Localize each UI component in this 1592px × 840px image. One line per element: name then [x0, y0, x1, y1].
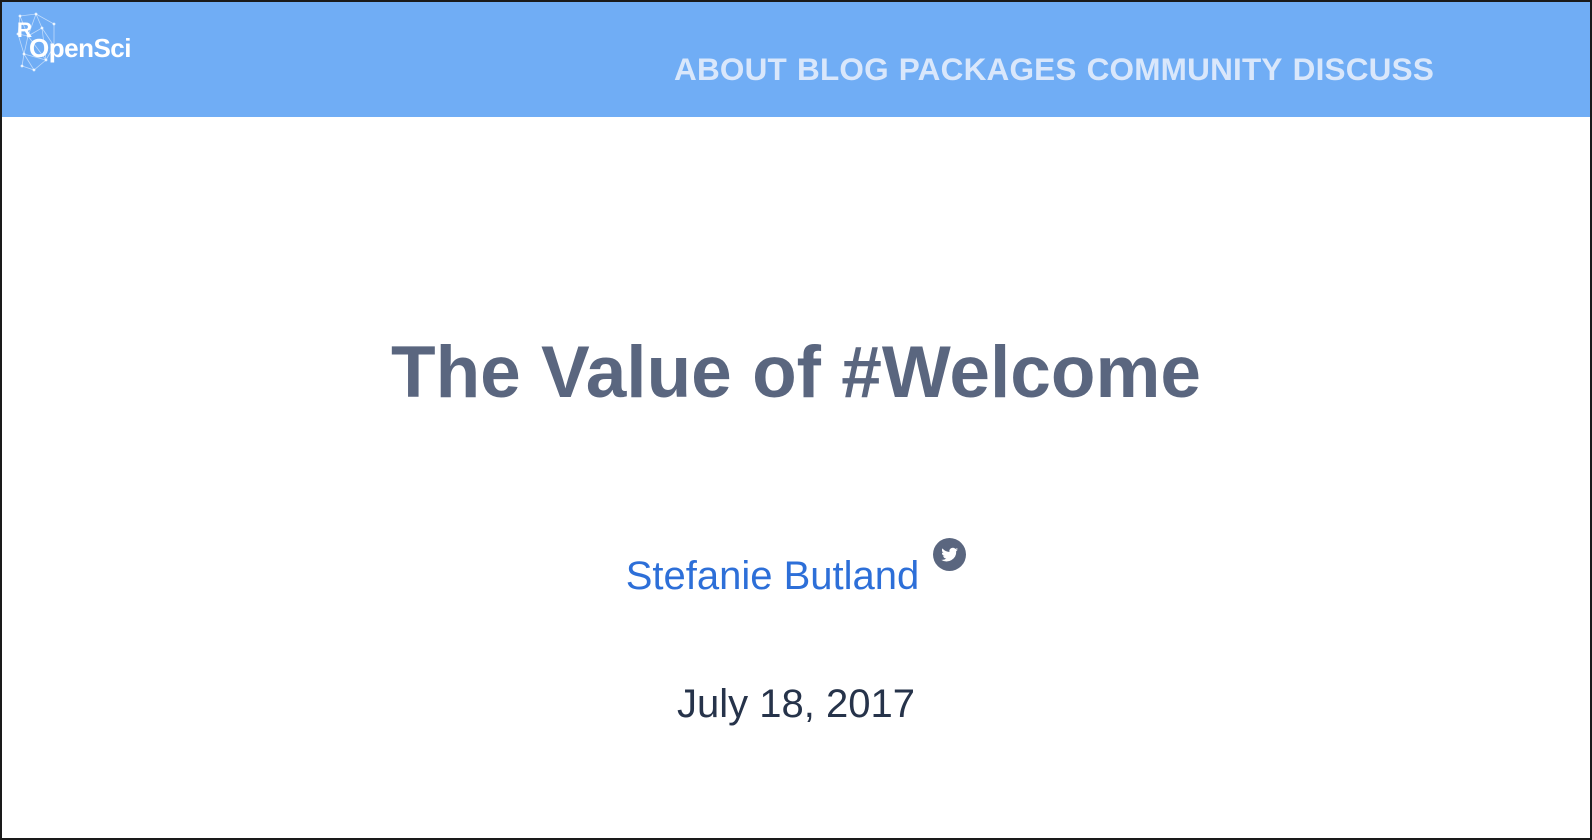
- top-navbar: R OpenSci ABOUT BLOG PACKAGES COMMUNITY …: [2, 2, 1590, 117]
- nav-link-discuss[interactable]: DISCUSS: [1293, 49, 1434, 89]
- twitter-icon[interactable]: [933, 537, 967, 571]
- post-title: The Value of #Welcome: [390, 332, 1202, 413]
- logo-wordmark: OpenSci: [29, 33, 131, 63]
- twitter-icon-graphic: [933, 537, 967, 571]
- post-date: July 18, 2017: [677, 682, 915, 726]
- nav-link-blog[interactable]: BLOG: [797, 49, 889, 89]
- page-frame: R OpenSci ABOUT BLOG PACKAGES COMMUNITY …: [0, 0, 1592, 840]
- main-nav: ABOUT BLOG PACKAGES COMMUNITY DISCUSS: [674, 49, 1434, 89]
- nav-link-about[interactable]: ABOUT: [674, 49, 787, 89]
- author-link[interactable]: Stefanie Butland: [626, 554, 920, 598]
- nav-link-community[interactable]: COMMUNITY: [1087, 49, 1283, 89]
- ropensci-logo-link[interactable]: R OpenSci: [14, 10, 154, 76]
- author-row: Stefanie Butland: [2, 537, 1590, 604]
- nav-link-packages[interactable]: PACKAGES: [899, 49, 1077, 89]
